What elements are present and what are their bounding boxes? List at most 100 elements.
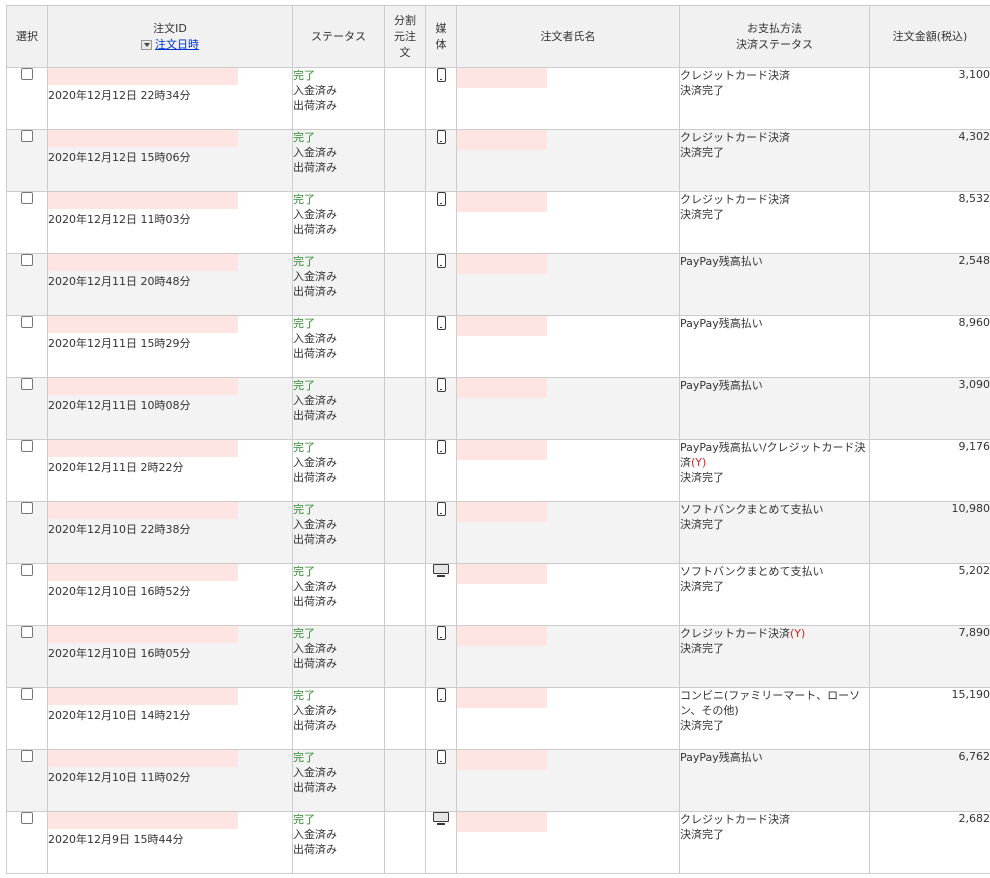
order-status: 完了 [293, 627, 316, 640]
status-cell: 完了 入金済み 出荷済み [292, 687, 385, 750]
amount-cell: 7,890 [869, 625, 990, 688]
order-date: 2020年12月10日 16時05分 [48, 647, 191, 660]
order-id-cell: 2020年12月11日 10時08分 [47, 377, 293, 440]
amount-cell: 15,190 [869, 687, 990, 750]
payment-cell: クレジットカード決済 決済完了 [679, 811, 870, 874]
order-id-cell: 2020年12月10日 16時52分 [47, 563, 293, 626]
amount-cell: 3,090 [869, 377, 990, 440]
row-select-checkbox[interactable] [21, 378, 33, 390]
device-cell [425, 811, 457, 874]
smartphone-icon [436, 688, 446, 702]
customer-name-cell [456, 625, 680, 688]
masked-order-id [48, 316, 238, 333]
order-id-cell: 2020年12月12日 22時34分 [47, 67, 293, 130]
payment-result: 決済完了 [680, 580, 725, 593]
order-status: 完了 [293, 565, 316, 578]
row-select-checkbox[interactable] [21, 130, 33, 142]
order-amount: 6,762 [958, 750, 990, 764]
masked-customer-name [457, 812, 547, 832]
sort-by-order-date-link[interactable]: 注文日時 [155, 37, 199, 53]
payment-method-line: ソフトバンクまとめて支払い [680, 503, 869, 518]
header-status-label: ステータス [311, 29, 366, 43]
shipping-status: 出荷済み [293, 161, 338, 174]
payment-method-line: クレジットカード決済(Y) [681, 627, 869, 642]
shipping-status: 出荷済み [293, 347, 338, 360]
status-cell: 完了 入金済み 出荷済み [292, 563, 385, 626]
masked-customer-name [457, 440, 547, 460]
row-select-checkbox[interactable] [21, 626, 33, 638]
shipping-status: 出荷済み [293, 657, 338, 670]
order-status: 完了 [293, 689, 316, 702]
order-amount: 15,190 [951, 688, 990, 702]
amount-cell: 5,202 [869, 563, 990, 626]
masked-customer-name [457, 68, 547, 88]
masked-order-id [48, 68, 238, 85]
order-status: 完了 [293, 317, 316, 330]
amount-cell: 4,302 [869, 129, 990, 192]
order-status: 完了 [293, 751, 316, 764]
row-select-checkbox[interactable] [21, 502, 33, 514]
shipping-status: 出荷済み [293, 533, 338, 546]
payment-method-line: PayPay残高払い [681, 317, 869, 332]
order-date: 2020年12月9日 15時44分 [48, 833, 184, 846]
row-select-checkbox[interactable] [21, 564, 33, 576]
shipping-status: 出荷済み [293, 409, 338, 422]
payment-cell: PayPay残高払い [679, 749, 870, 812]
masked-customer-name [457, 502, 547, 522]
order-status: 完了 [293, 813, 316, 826]
amount-cell: 6,762 [869, 749, 990, 812]
table-row: 2020年12月11日 15時29分 完了 入金済み 出荷済み PayPay残高… [6, 315, 990, 378]
header-split-source: 分割元注文 [384, 5, 426, 68]
device-cell [425, 191, 457, 254]
masked-order-id [48, 192, 238, 209]
order-date: 2020年12月10日 11時02分 [48, 771, 191, 784]
payment-status: 入金済み [293, 270, 338, 283]
order-status: 完了 [293, 69, 316, 82]
order-amount: 8,960 [958, 316, 990, 330]
payment-result: 決済完了 [680, 146, 725, 159]
row-select-checkbox[interactable] [21, 812, 33, 824]
payment-status: 入金済み [293, 642, 338, 655]
status-cell: 完了 入金済み 出荷済み [292, 377, 385, 440]
table-row: 2020年12月11日 20時48分 完了 入金済み 出荷済み PayPay残高… [6, 253, 990, 316]
smartphone-icon [436, 378, 446, 392]
sort-dropdown-icon[interactable] [141, 39, 152, 50]
payment-method: PayPay残高払い [680, 255, 763, 268]
shipping-status: 出荷済み [293, 719, 338, 732]
order-amount: 2,548 [958, 254, 990, 268]
payment-status: 入金済み [293, 828, 338, 841]
payment-method-line: クレジットカード決済 [681, 813, 869, 828]
payment-method-line: クレジットカード決済 [681, 69, 869, 84]
customer-name-cell [456, 315, 680, 378]
row-select-checkbox[interactable] [21, 316, 33, 328]
row-select-checkbox[interactable] [21, 254, 33, 266]
row-select-checkbox[interactable] [21, 192, 33, 204]
select-cell [6, 811, 48, 874]
masked-order-id [48, 564, 238, 581]
split-source-cell [384, 625, 426, 688]
device-cell [425, 129, 457, 192]
order-status: 完了 [293, 193, 316, 206]
row-select-checkbox[interactable] [21, 688, 33, 700]
status-cell: 完了 入金済み 出荷済み [292, 253, 385, 316]
status-cell: 完了 入金済み 出荷済み [292, 811, 385, 874]
amount-cell: 2,548 [869, 253, 990, 316]
row-select-checkbox[interactable] [21, 440, 33, 452]
order-date: 2020年12月12日 22時34分 [48, 89, 191, 102]
desktop-monitor-icon [433, 564, 449, 579]
split-source-cell [384, 377, 426, 440]
row-select-checkbox[interactable] [21, 750, 33, 762]
payment-method-line: クレジットカード決済 [681, 131, 869, 146]
masked-order-id [48, 502, 238, 519]
shipping-status: 出荷済み [293, 471, 338, 484]
masked-customer-name [457, 564, 547, 584]
masked-order-id [48, 688, 238, 705]
payment-method: PayPay残高払い [680, 751, 763, 764]
payment-method: ソフトバンクまとめて支払い [680, 503, 824, 516]
masked-order-id [48, 750, 238, 767]
masked-customer-name [457, 130, 547, 150]
order-id-cell: 2020年12月12日 15時06分 [47, 129, 293, 192]
payment-method: ソフトバンクまとめて支払い [680, 565, 824, 578]
row-select-checkbox[interactable] [21, 68, 33, 80]
payment-status: 入金済み [293, 766, 338, 779]
